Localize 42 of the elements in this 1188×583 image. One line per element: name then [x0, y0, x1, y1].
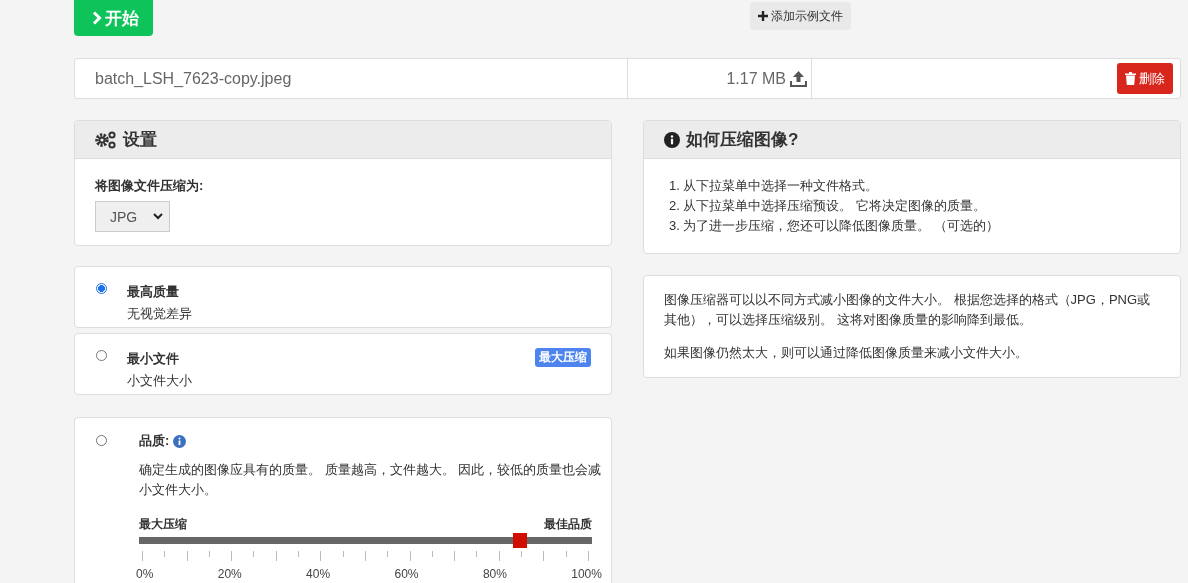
info-paragraph: 图像压缩器可以以不同方式减小图像的文件大小。 根据您选择的格式（JPG，PNG或其他），可以选择压缩级别。 这将对图像质量的影响降到最低。: [664, 291, 1152, 329]
instruction-step: 2. 从下拉菜单中选择压缩预设。 它将决定图像的质量。: [669, 198, 987, 213]
tick-label: 60%: [394, 567, 419, 581]
slider-thumb[interactable]: [512, 533, 527, 548]
option-title: 最小文件: [127, 350, 180, 368]
file-size: 1.17 MB: [726, 69, 786, 88]
tick-label: 20%: [217, 567, 242, 581]
card-title: 如何压缩图像?: [686, 129, 799, 151]
slider-max-label: 最佳品质: [544, 516, 592, 533]
option-subtitle: 无视觉差异: [127, 305, 193, 323]
info-icon: [664, 131, 680, 148]
preset-option[interactable]: 最高质量 无视觉差异: [74, 266, 612, 328]
quality-title: 品质:: [139, 432, 170, 450]
tick-label: 0%: [136, 567, 154, 581]
option-subtitle: 小文件大小: [127, 372, 193, 390]
tick-label: 80%: [482, 567, 507, 581]
info-icon[interactable]: [173, 434, 187, 448]
tick-label: 100%: [571, 567, 602, 581]
add-sample-button[interactable]: 添加示例文件: [750, 2, 851, 30]
upload-icon[interactable]: [790, 70, 807, 87]
radio-button[interactable]: [96, 435, 107, 446]
tick-label: 40%: [306, 567, 331, 581]
chevron-down-icon: [153, 213, 163, 220]
preset-option[interactable]: 最小文件 小文件大小 最大压缩: [74, 333, 612, 395]
badge: 最大压缩: [535, 348, 591, 367]
format-dropdown[interactable]: JPG: [95, 201, 170, 232]
quality-description: 确定生成的图像应具有的质量。 质量越高，文件越大。 因此，较低的质量也会减小文件大小。: [139, 461, 603, 499]
file-name: batch_LSH_7623-copy.jpeg: [95, 69, 292, 88]
slider-min-label: 最大压缩: [139, 516, 187, 533]
delete-button[interactable]: 删除: [1117, 63, 1173, 94]
card-title: 设置: [123, 129, 157, 151]
gears-icon: [95, 130, 117, 149]
radio-button[interactable]: [96, 283, 107, 294]
instruction-step: 3. 为了进一步压缩，您还可以降低图像质量。 （可选的）: [669, 218, 1000, 233]
trash-icon: [1125, 72, 1136, 85]
instruction-step: 1. 从下拉菜单中选择一种文件格式。: [669, 178, 879, 193]
chevron-right-icon: [92, 11, 102, 25]
plus-icon: [758, 11, 768, 21]
format-label: 将图像文件压缩为:: [95, 177, 205, 195]
info-paragraph: 如果图像仍然太大，则可以通过降低图像质量来减小文件大小。: [664, 344, 1029, 362]
radio-button[interactable]: [96, 350, 107, 361]
option-title: 最高质量: [127, 283, 180, 301]
